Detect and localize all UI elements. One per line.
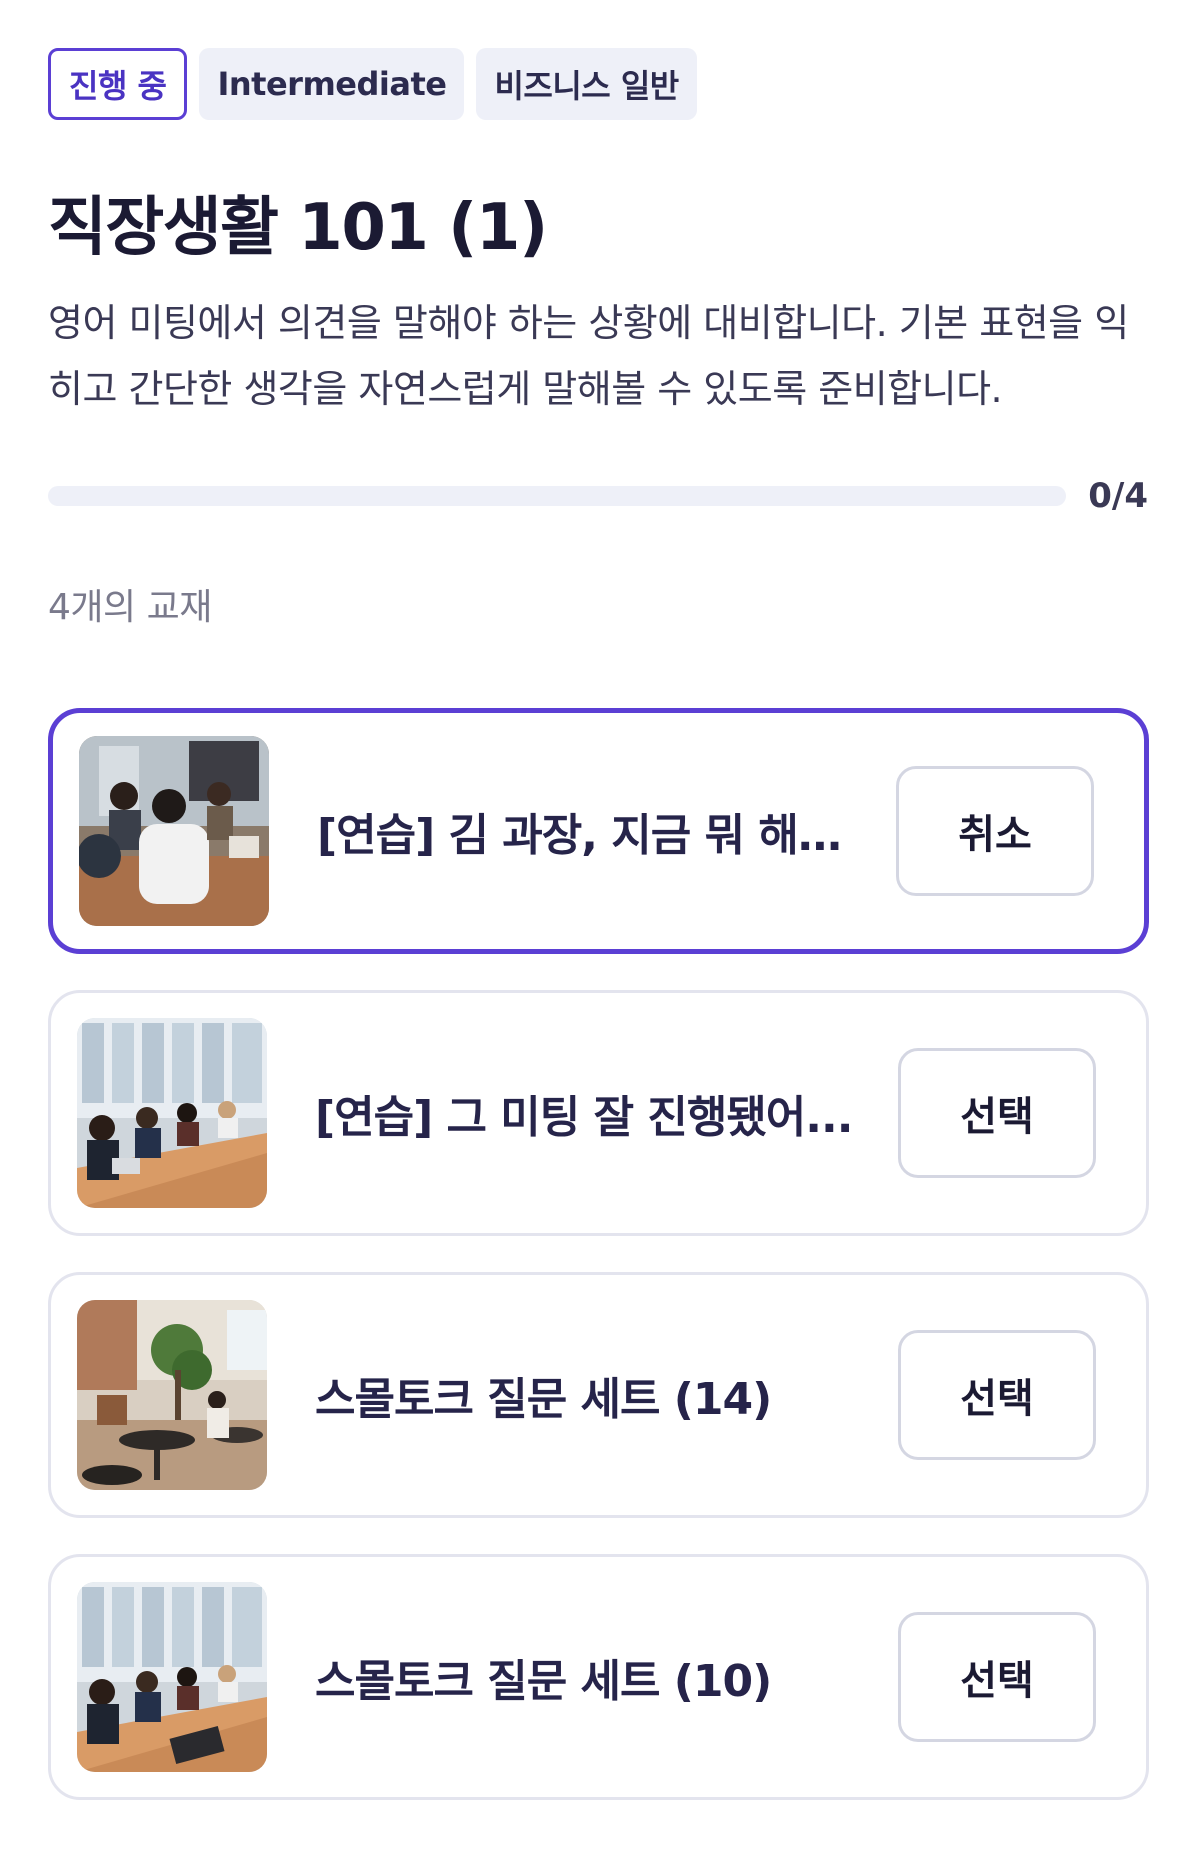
select-button[interactable]: 선택 [898, 1612, 1096, 1742]
materials-list: [연습] 김 과장, 지금 뭐 해요? 취소 [연습] 그 미팅 잘 진행됐어.… [48, 708, 1149, 1836]
thumbnail-office-lounge-photo [77, 1300, 267, 1490]
materials-count: 4개의 교재 [48, 587, 212, 628]
select-button[interactable]: 선택 [898, 1048, 1096, 1178]
material-card[interactable]: [연습] 김 과장, 지금 뭐 해요? 취소 [48, 708, 1149, 954]
tag-row: 진행 중 Intermediate 비즈니스 일반 [48, 48, 697, 120]
course-title: 직장생활 101 (1) [48, 191, 548, 265]
level-tag: Intermediate [199, 48, 465, 120]
status-tag: 진행 중 [48, 48, 188, 120]
course-detail-page: 진행 중 Intermediate 비즈니스 일반 직장생활 101 (1) 영… [0, 0, 1193, 1861]
material-title: [연습] 김 과장, 지금 뭐 해요? [317, 810, 856, 861]
material-card[interactable]: 스몰토크 질문 세트 (14) 선택 [48, 1272, 1149, 1518]
progress-row: 0/4 [48, 476, 1148, 516]
progress-bar [48, 486, 1067, 506]
material-card[interactable]: 스몰토크 질문 세트 (10) 선택 [48, 1554, 1149, 1800]
thumbnail-conference-table-photo [77, 1018, 267, 1208]
cancel-button[interactable]: 취소 [896, 766, 1094, 896]
thumbnail-meeting-photo [79, 736, 269, 926]
category-tag: 비즈니스 일반 [476, 48, 697, 120]
progress-count: 0/4 [1088, 476, 1148, 516]
material-title: 스몰토크 질문 세트 (10) [315, 1656, 772, 1707]
material-title: [연습] 그 미팅 잘 진행됐어... [315, 1092, 853, 1143]
material-card[interactable]: [연습] 그 미팅 잘 진행됐어... 선택 [48, 990, 1149, 1236]
material-title: 스몰토크 질문 세트 (14) [315, 1374, 772, 1425]
select-button[interactable]: 선택 [898, 1330, 1096, 1460]
course-description: 영어 미팅에서 의견을 말해야 하는 상황에 대비합니다. 기본 표현을 익히고… [48, 301, 1129, 411]
thumbnail-conference-table-photo [77, 1582, 267, 1772]
